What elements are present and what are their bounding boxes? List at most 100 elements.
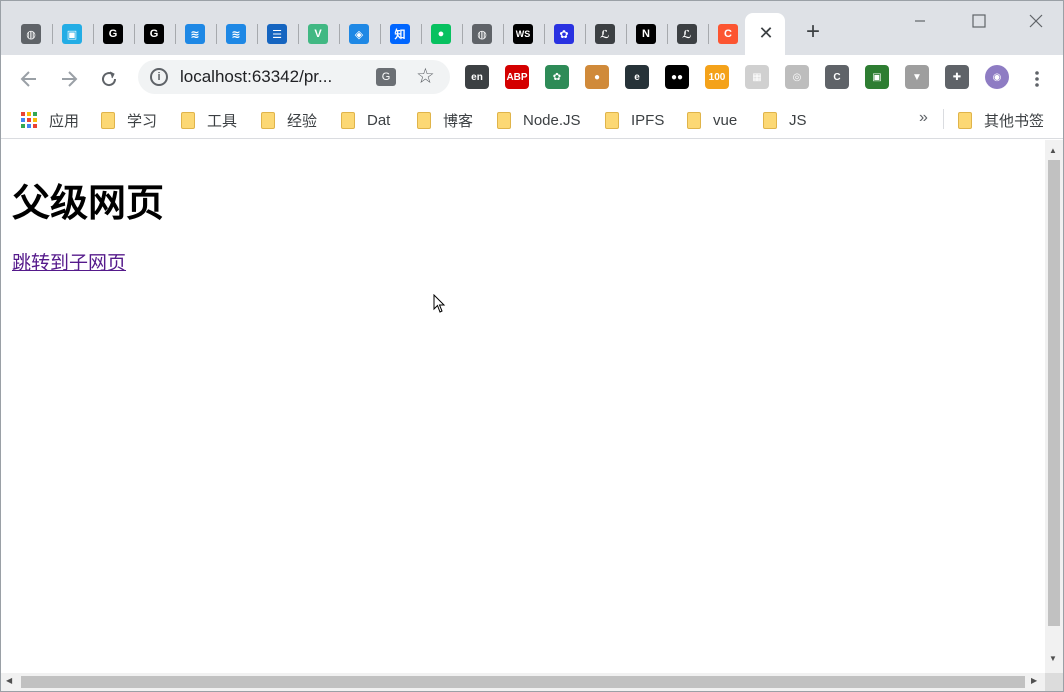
scroll-right-icon[interactable]: ▶ [1031,676,1037,685]
browser-tab[interactable]: ☰ [257,13,297,55]
bookmark-folder[interactable]: 学习 [101,109,157,131]
browser-tab[interactable]: C [708,13,748,55]
scroll-down-icon[interactable]: ▼ [1049,654,1057,663]
bookmark-folder[interactable]: Dat [341,109,390,131]
bookmark-folder[interactable]: 博客 [417,109,473,131]
child-page-link[interactable]: 跳转到子网页 [12,248,126,275]
new-tab-button[interactable]: + [801,20,825,45]
tab-separator [626,24,627,44]
back-button[interactable] [15,65,43,93]
maximize-button[interactable] [956,7,1002,35]
minimize-button[interactable] [897,7,943,35]
url-text[interactable]: localhost:63342/pr... [180,67,332,87]
puzzle-icon[interactable]: ✚ [945,65,969,89]
tab-separator [667,24,668,44]
tab-separator [462,24,463,44]
grid-icon[interactable]: ▦ [745,65,769,89]
browser-tab[interactable]: N [626,13,666,55]
kebab-menu-icon [1035,71,1039,87]
script-icon: ℒ [595,24,615,44]
bookmarks-bar: 应用 » 其他书签 学习 工具 经验 Dat 博客 Node.JS IPFS vue JS [1,101,1063,139]
script-icon: ℒ [677,24,697,44]
browser-tab[interactable]: ≋ [216,13,256,55]
bookmark-folder[interactable]: 工具 [181,109,237,131]
tab-separator [257,24,258,44]
tab-separator [298,24,299,44]
bookmark-other[interactable]: 其他书签 [958,109,1044,131]
tab-separator [380,24,381,44]
folder-icon [497,111,511,129]
browser-tab[interactable]: ● [421,13,461,55]
close-tab-icon[interactable]: ✕ [757,23,775,43]
browser-tab[interactable]: ℒ [585,13,625,55]
menu-button[interactable] [1023,65,1051,93]
browser-tab[interactable]: V [298,13,338,55]
vue-devtools-icon[interactable]: ▼ [905,65,929,89]
tampermonkey-icon[interactable]: ●● [665,65,689,89]
vertical-scrollbar[interactable]: ▲ ▼ [1045,140,1063,673]
zhihu-icon: 知 [390,24,410,44]
bookmark-apps[interactable]: 应用 [21,109,79,131]
bookmark-folder[interactable]: IPFS [605,109,664,131]
cookie-icon[interactable]: ● [585,65,609,89]
folder-icon [417,111,431,129]
globe-icon: ◍ [21,24,41,44]
browser-tab[interactable]: ◍ [462,13,502,55]
bookmark-folder[interactable]: JS [763,109,807,131]
browser-tab[interactable]: G [134,13,174,55]
browser-tab[interactable]: ℒ [667,13,707,55]
translate-en-icon[interactable]: en [465,65,489,89]
scroll-up-icon[interactable]: ▲ [1049,146,1057,155]
e-icon[interactable]: e [625,65,649,89]
tab-separator [216,24,217,44]
scroll-left-icon[interactable]: ◀ [6,676,12,685]
reload-icon [102,71,117,87]
paw-icon[interactable]: ✿ [545,65,569,89]
rss-icon[interactable]: 100 [705,65,729,89]
bookmark-folder[interactable]: 经验 [261,109,317,131]
horizontal-scroll-thumb[interactable] [21,676,1025,688]
close-window-button[interactable] [1013,7,1059,35]
bookmark-folder[interactable]: Node.JS [497,109,581,131]
horizontal-scrollbar[interactable]: ◀ ▶ [1,673,1045,691]
circle-icon[interactable]: ◎ [785,65,809,89]
browser-tab[interactable]: ▣ [52,13,92,55]
bookmark-star-icon[interactable]: ☆ [416,64,435,89]
layers-icon: ≋ [185,24,205,44]
tab-separator [503,24,504,44]
tab-separator [585,24,586,44]
vertical-scroll-thumb[interactable] [1048,160,1060,626]
browser-tab[interactable]: ✿ [544,13,584,55]
baidu-icon: ✿ [554,24,574,44]
vue-icon: V [308,24,328,44]
c-icon[interactable]: C [825,65,849,89]
page-heading: 父级网页 [12,181,165,225]
translate-icon[interactable]: G [376,68,396,86]
wechat-icon: ● [431,24,451,44]
browser-tab[interactable]: ≋ [175,13,215,55]
reload-button[interactable] [95,65,123,93]
address-bar[interactable]: i localhost:63342/pr... G ☆ [138,60,450,94]
bookmark-folder[interactable]: vue [687,109,737,131]
cube-icon: ◈ [349,24,369,44]
avatar-icon[interactable]: ◉ [985,65,1009,89]
folder-icon [181,111,195,129]
bookmark-label: 博客 [443,112,474,130]
browser-tab[interactable]: G [93,13,133,55]
minimize-icon [915,20,925,22]
browser-tab[interactable]: 知 [380,13,420,55]
browser-tab[interactable]: WS [503,13,543,55]
github-icon: G [103,24,123,44]
bookmarks-overflow-button[interactable]: » [919,109,928,127]
tab-separator [52,24,53,44]
browser-tab[interactable]: ◍ [11,13,51,55]
folder-icon [261,111,275,129]
browser-tab[interactable]: ◈ [339,13,379,55]
qr-icon[interactable]: ▣ [865,65,889,89]
site-info-icon[interactable]: i [150,68,168,86]
forward-arrow-icon [62,71,78,87]
tab-separator [93,24,94,44]
bookmark-label: 其他书签 [984,112,1045,130]
forward-button[interactable] [55,65,83,93]
adblock-plus-icon[interactable]: ABP [505,65,529,89]
